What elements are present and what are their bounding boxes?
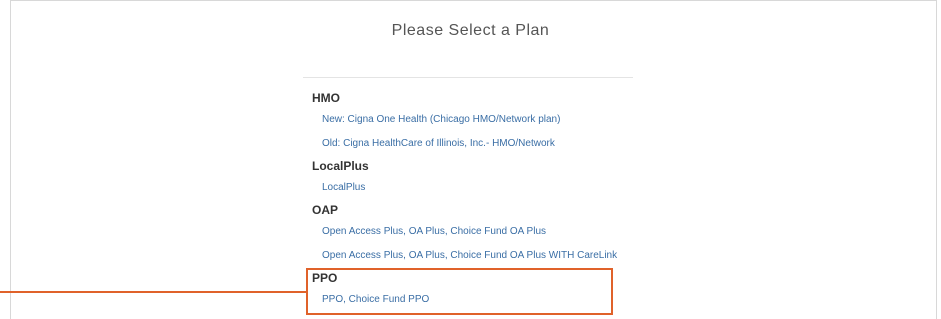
plan-link-cigna-one-health[interactable]: New: Cigna One Health (Chicago HMO/Netwo…: [312, 108, 642, 132]
group-heading-localplus: LocalPlus: [312, 159, 369, 173]
plan-link-localplus[interactable]: LocalPlus: [312, 176, 642, 200]
page-title: Please Select a Plan: [391, 22, 550, 39]
plan-link-open-access-plus[interactable]: Open Access Plus, OA Plus, Choice Fund O…: [312, 220, 642, 244]
group-heading-hmo: HMO: [312, 91, 340, 105]
plan-link-open-access-plus-carelink[interactable]: Open Access Plus, OA Plus, Choice Fund O…: [312, 244, 642, 268]
title-divider: [303, 77, 633, 78]
callout-line: [0, 291, 306, 293]
plan-link-cigna-healthcare-illinois[interactable]: Old: Cigna HealthCare of Illinois, Inc.-…: [312, 132, 642, 156]
ppo-highlight-box: [306, 268, 613, 315]
group-heading-oap: OAP: [312, 203, 339, 217]
